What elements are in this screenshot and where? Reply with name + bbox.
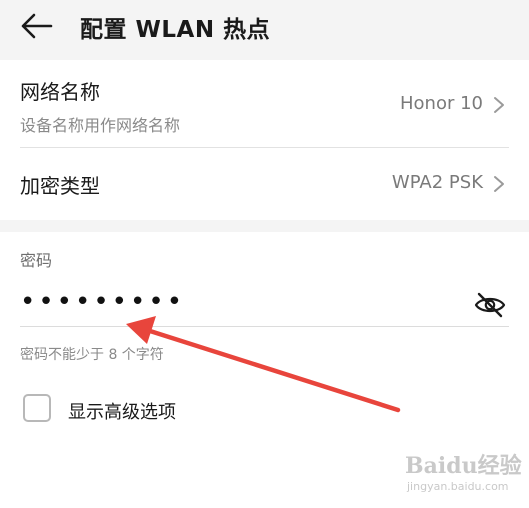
eye-off-icon[interactable] (474, 291, 506, 319)
watermark-url: jingyan.baidu.com (407, 480, 509, 493)
encryption-type-value: WPA2 PSK (391, 172, 483, 193)
password-label: 密码 (20, 251, 53, 270)
app-header: 配置 WLAN 热点 (0, 0, 529, 60)
encryption-type-label: 加密类型 (20, 174, 100, 198)
network-name-row[interactable]: 网络名称 设备名称用作网络名称 Honor 10 (0, 60, 529, 147)
password-underline (20, 326, 509, 327)
network-name-subtitle: 设备名称用作网络名称 (20, 116, 181, 135)
password-input[interactable] (20, 282, 460, 322)
network-settings-card: 网络名称 设备名称用作网络名称 Honor 10 加密类型 WPA2 PSK (0, 60, 529, 220)
baidu-watermark: Baidu经验 jingyan.baidu.com (405, 448, 523, 500)
chevron-right-icon (494, 176, 504, 192)
password-hint: 密码不能少于 8 个字符 (20, 347, 164, 363)
network-name-label: 网络名称 (20, 80, 100, 104)
watermark-logo: Baidu经验 (405, 453, 522, 479)
network-name-value: Honor 10 (400, 93, 483, 114)
chevron-right-icon (494, 97, 504, 113)
back-arrow-icon[interactable] (20, 12, 54, 40)
page-title: 配置 WLAN 热点 (80, 17, 271, 43)
encryption-type-row[interactable]: 加密类型 WPA2 PSK (0, 148, 529, 220)
show-advanced-label[interactable]: 显示高级选项 (68, 398, 176, 424)
show-advanced-checkbox[interactable] (23, 394, 51, 422)
